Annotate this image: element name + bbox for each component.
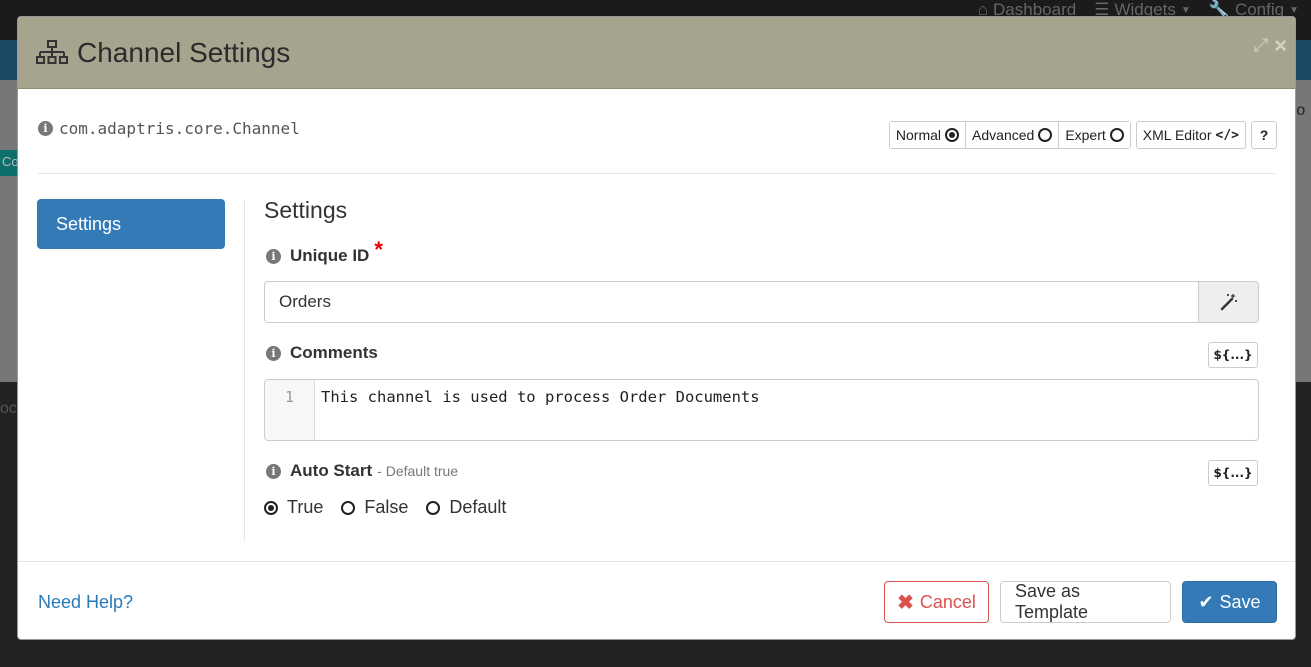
save-as-template-button[interactable]: Save as Template: [1000, 581, 1171, 623]
class-name: com.adaptris.core.Channel: [59, 119, 300, 138]
xml-editor-button[interactable]: XML Editor </>: [1135, 121, 1246, 149]
close-icon[interactable]: ×: [1274, 34, 1287, 56]
comments-label: i Comments: [266, 343, 378, 363]
chevron-down-icon: ▼: [1180, 4, 1191, 16]
unique-id-group: [264, 281, 1259, 323]
comments-editor[interactable]: 1 This channel is used to process Order …: [264, 379, 1259, 441]
channel-settings-modal: Channel Settings ⤢ × i com.adaptris.core…: [17, 16, 1296, 640]
mode-expert-button[interactable]: Expert: [1058, 122, 1130, 148]
need-help-link[interactable]: Need Help?: [38, 592, 133, 613]
vertical-divider: [244, 201, 245, 541]
radio-empty-icon: [341, 500, 356, 515]
header-tools: ⤢ ×: [1254, 34, 1287, 56]
auto-start-expression-button[interactable]: ${...}: [1208, 460, 1258, 486]
modal-body: i com.adaptris.core.Channel Normal Advan…: [18, 89, 1295, 561]
default-note: - Default true: [377, 463, 459, 479]
radio-selected-icon: [945, 128, 960, 142]
info-icon[interactable]: i: [38, 121, 53, 136]
cancel-button[interactable]: ✖ Cancel: [884, 581, 989, 623]
info-icon[interactable]: i: [266, 463, 281, 479]
times-icon: ✖: [897, 591, 914, 614]
check-icon: ✔: [1198, 591, 1214, 612]
chevron-down-icon: ▼: [1289, 4, 1299, 16]
code-icon: </>: [1215, 127, 1239, 143]
generate-id-button[interactable]: [1199, 281, 1259, 323]
radio-empty-icon: [1109, 128, 1124, 142]
divider: [38, 173, 1275, 174]
auto-start-true-radio[interactable]: True: [264, 497, 323, 518]
radio-empty-icon: [426, 500, 441, 515]
info-icon[interactable]: i: [266, 345, 281, 361]
auto-start-options: True False Default: [264, 497, 506, 518]
save-button[interactable]: ✔ Save: [1182, 581, 1277, 623]
background-tag: Co: [0, 150, 18, 176]
auto-start-false-radio[interactable]: False: [341, 497, 408, 518]
required-marker: *: [374, 237, 383, 262]
radio-selected-icon: [264, 500, 278, 515]
info-icon[interactable]: i: [266, 248, 281, 264]
section-title: Settings: [264, 197, 348, 223]
sidebar-item-settings[interactable]: Settings: [37, 199, 225, 249]
radio-empty-icon: [1038, 128, 1053, 142]
comments-expression-button[interactable]: ${...}: [1208, 342, 1258, 368]
expand-icon[interactable]: ⤢: [1254, 35, 1268, 56]
help-button[interactable]: ?: [1251, 121, 1277, 149]
unique-id-label: i Unique ID *: [266, 237, 383, 269]
sitemap-icon: [36, 39, 68, 64]
magic-wand-icon: [1220, 294, 1237, 311]
modal-title: Channel Settings: [77, 36, 291, 68]
mode-toolbar: Normal Advanced Expert XML Editor </> ?: [888, 121, 1277, 149]
auto-start-label: i Auto Start - Default true: [266, 461, 458, 481]
auto-start-default-radio[interactable]: Default: [426, 497, 506, 518]
mode-advanced-button[interactable]: Advanced: [965, 122, 1059, 148]
class-info: i com.adaptris.core.Channel: [38, 119, 300, 138]
mode-selector: Normal Advanced Expert: [888, 121, 1131, 149]
comments-text[interactable]: This channel is used to process Order Do…: [315, 380, 1258, 440]
mode-normal-button[interactable]: Normal: [889, 122, 966, 148]
unique-id-input[interactable]: [264, 281, 1199, 323]
modal-footer: Need Help? ✖ Cancel Save as Template ✔ S…: [18, 561, 1295, 639]
line-number: 1: [265, 380, 315, 440]
modal-header: Channel Settings ⤢ ×: [18, 17, 1295, 89]
